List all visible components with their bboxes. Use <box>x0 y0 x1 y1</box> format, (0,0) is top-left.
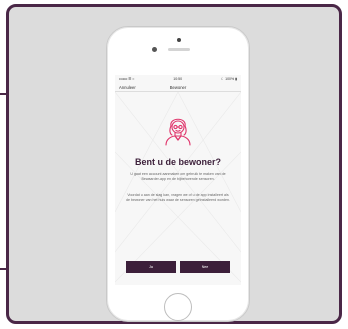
battery-indicator: ☾ 100% ▮ <box>221 77 237 81</box>
home-button[interactable] <box>164 293 192 321</box>
phone-screen: ••ooo ☰ ≈ 10:50 ☾ 100% ▮ Annuleer Bewone… <box>115 75 241 285</box>
proximity-sensor <box>177 38 181 42</box>
instruction-paragraph: Voordat u aan de slag kan, vragen we of … <box>125 193 231 202</box>
phone-mockup: ••ooo ☰ ≈ 10:50 ☾ 100% ▮ Annuleer Bewone… <box>106 26 250 322</box>
no-button[interactable]: Nee <box>180 261 230 273</box>
resident-avatar-icon <box>165 118 191 146</box>
status-bar: ••ooo ☰ ≈ 10:50 ☾ 100% ▮ <box>115 75 241 83</box>
status-time: 10:50 <box>173 77 183 81</box>
page-heading: Bent u de bewoner? <box>134 157 221 167</box>
earpiece-speaker <box>168 48 190 51</box>
carrier-signal: ••ooo ☰ ≈ <box>119 77 135 81</box>
yes-button[interactable]: Ja <box>126 261 176 273</box>
navigation-bar: Annuleer Bewoner <box>115 83 241 92</box>
front-camera <box>152 47 157 52</box>
intro-paragraph: U gaat een account aanmaken om gebruik t… <box>130 172 226 181</box>
nav-title: Bewoner <box>169 85 187 90</box>
